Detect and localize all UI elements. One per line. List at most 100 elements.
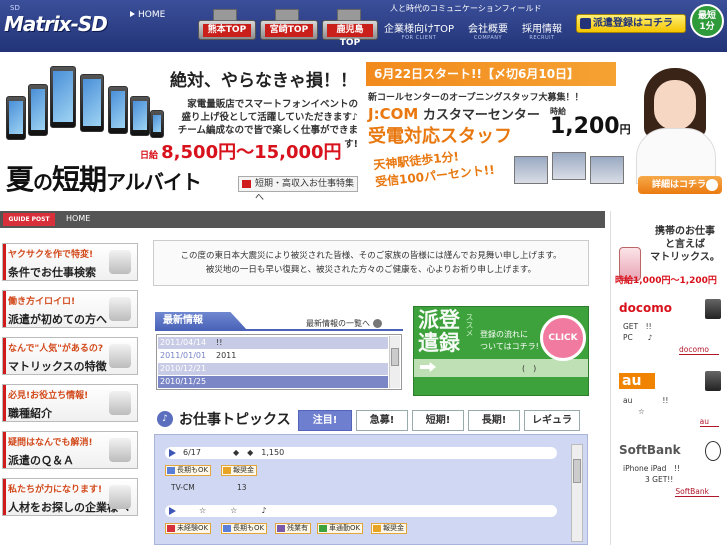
area-kumamoto-button[interactable]: 熊本TOP xyxy=(198,9,256,40)
banner-text: 家電量販店でスマートフォンイベントの xyxy=(187,99,358,110)
registration-flow-banner[interactable]: 派登 遣録 ススメ 登録の流れに ついてはコチラ! ( ) CLICK xyxy=(413,306,589,396)
docomo-link[interactable]: docomo xyxy=(679,345,719,355)
carrier-au[interactable]: au au !! ☆ au xyxy=(615,371,725,427)
tab-regular[interactable]: レギュラー! xyxy=(524,410,580,445)
haken-title: 派登 遣録 xyxy=(418,308,460,355)
haken-paren: ( ) xyxy=(522,364,537,373)
guide-post-label: GUIDE POST xyxy=(3,213,55,226)
arrow-icon xyxy=(242,180,251,188)
banner-sub: 新コールセンターのオープニングスタッフ大募集！！ xyxy=(368,93,584,103)
hourly-wage: 1,200円 xyxy=(550,114,631,139)
arrow-icon xyxy=(130,11,135,17)
tag-overtime: 残業有 xyxy=(275,523,311,534)
note-icon: ♪ xyxy=(157,411,173,427)
building-icon xyxy=(109,485,131,509)
tag-bonus: 報奨金 xyxy=(371,523,407,534)
news-list: 2011/04/14!! 2011/01/01 2011 2010/12/21 2… xyxy=(156,334,402,390)
building-icon xyxy=(275,9,299,21)
smartphone-icon xyxy=(80,74,104,132)
carrier-docomo[interactable]: docomo GET !! PC ♪ docomo xyxy=(615,299,725,355)
au-link[interactable]: au xyxy=(699,417,719,427)
topic-desc: 13 xyxy=(237,483,247,492)
tag-long-term: 長期もOK xyxy=(221,523,268,534)
right-column: 携帯のお仕事 と言えば マトリックス。 時給1,000円～1,200円 docomo… xyxy=(610,211,727,545)
tab-urgent[interactable]: 急募! xyxy=(356,410,408,431)
office-photo xyxy=(514,156,548,184)
book-icon xyxy=(109,297,131,321)
search-icon xyxy=(109,250,131,274)
sidebar-item-first-time[interactable]: 働き方イロイロ! 派遣が初めての方へ xyxy=(2,290,138,328)
smartphone-icon xyxy=(6,96,26,140)
mobile-job-banner[interactable]: 携帯のお仕事 と言えば マトリックス。 xyxy=(645,225,725,264)
nav-client[interactable]: 企業様向けTOP FOR CLIENT xyxy=(384,20,454,41)
area-kagoshima-button[interactable]: 鹿児島TOP xyxy=(322,9,378,48)
computer-icon xyxy=(109,391,131,415)
jcom-banner[interactable]: 6月22日スタート!!【〆切6月10日】 新コールセンターのオープニングスタッフ… xyxy=(366,58,727,204)
topic-desc: TV-CM xyxy=(171,483,195,492)
softbank-logo: SoftBank xyxy=(619,443,681,457)
breadcrumb-home[interactable]: HOME xyxy=(66,214,90,223)
softbank-link[interactable]: SoftBank xyxy=(675,487,719,497)
office-photo xyxy=(552,152,586,180)
tab-long-term[interactable]: 長期! xyxy=(468,410,520,431)
topics-scrollbar[interactable] xyxy=(571,444,583,542)
smartphone-banner[interactable]: 絶対、やらなきゃ損！！ 家電量販店でスマートフォンイベントの 盛り上げ役として活… xyxy=(0,56,362,204)
building-icon xyxy=(337,9,361,21)
logo-text: Matrix-SD xyxy=(4,12,108,36)
question-icon xyxy=(109,438,131,462)
nav-recruit[interactable]: 採用情報 RECRUIT xyxy=(518,20,566,41)
site-tagline: 人と時代のコミュニケーションフィールド xyxy=(390,4,542,13)
office-photos xyxy=(514,152,626,186)
tag-long-term: 長期もOK xyxy=(165,465,212,476)
news-item[interactable]: 2010/11/25 xyxy=(158,376,388,388)
arrow-icon xyxy=(169,507,176,515)
banner-text: 盛り上げ役として活躍していただきます♪ xyxy=(181,112,359,123)
details-button[interactable]: 詳細はコチラ xyxy=(638,176,722,194)
tab-featured[interactable]: 注目! xyxy=(298,410,352,431)
smartphone-icon xyxy=(50,66,76,128)
arrow-icon xyxy=(373,319,382,328)
dog-mascot-icon xyxy=(705,441,721,461)
arrow-icon xyxy=(706,179,718,191)
building-icon xyxy=(213,9,237,21)
sidebar-item-job-types[interactable]: 必見!お役立ち情報! 職種紹介 xyxy=(2,384,138,422)
nav-company[interactable]: 会社概要 COMPANY xyxy=(464,20,512,41)
news-item[interactable]: 2011/01/01 2011 xyxy=(158,350,388,362)
site-header: SD Matrix-SD HOME 熊本TOP 宮崎TOP 鹿児島TOP 人と時… xyxy=(0,0,727,52)
sidebar-item-faq[interactable]: 疑問はなんでも解消! 派遣のＱ＆Ａ xyxy=(2,431,138,469)
news-item[interactable]: 2011/04/14!! xyxy=(158,337,388,349)
mobile-wage: 時給1,000円～1,200円 xyxy=(615,276,717,286)
susume-text: ススメ xyxy=(465,313,474,337)
topic-item[interactable]: 6/17 ◆ ◆ 1,150 xyxy=(165,447,557,459)
tenjin-note: 天神駅徒歩1分! 受信100パーセント!! xyxy=(372,149,496,190)
banner-headline: 絶対、やらなきゃ損！！ xyxy=(170,71,357,91)
topic-item[interactable]: ☆ ☆ ♪ xyxy=(165,505,557,517)
site-logo[interactable]: SD Matrix-SD xyxy=(4,4,112,44)
nav-home-link[interactable]: HOME xyxy=(130,10,165,20)
quick-badge: 最短 1分 xyxy=(690,4,724,38)
operator-photo xyxy=(626,66,722,184)
haken-bar xyxy=(414,359,588,377)
smartphone-icon xyxy=(150,110,164,138)
click-button[interactable]: CLICK xyxy=(540,315,586,361)
docomo-logo: docomo xyxy=(619,301,672,315)
arrow-icon xyxy=(169,449,176,457)
guide-bar: GUIDE POST HOME xyxy=(0,211,605,228)
smartphone-icon xyxy=(28,84,48,136)
topics-title: お仕事トピックス xyxy=(179,412,291,428)
news-scrollbar[interactable] xyxy=(389,336,400,388)
sidebar-item-features[interactable]: なんで"人気"があるの? マトリックスの特徴 xyxy=(2,337,138,375)
topics-list: 6/17 ◆ ◆ 1,150 長期もOK 報奨金 TV-CM 13 ☆ ☆ ♪ … xyxy=(154,434,588,545)
news-heading: 最新情報 xyxy=(155,312,247,330)
sidebar-item-companies[interactable]: 私たちが力になります! 人材をお探しの企業様へ xyxy=(2,478,138,516)
news-list-link[interactable]: 最新情報の一覧へ xyxy=(306,318,382,329)
carrier-softbank[interactable]: SoftBank iPhone iPad !! 3 GET!! SoftBank xyxy=(615,441,725,497)
news-item[interactable]: 2010/12/21 xyxy=(158,363,388,375)
register-button[interactable]: 派遣登録はコチラ xyxy=(576,14,686,33)
news-underline xyxy=(155,329,403,331)
au-logo: au xyxy=(619,373,656,389)
area-miyazaki-button[interactable]: 宮崎TOP xyxy=(260,9,318,40)
sidebar-item-job-search[interactable]: ヤクサクを作で特変! 条件でお仕事検索 xyxy=(2,243,138,281)
short-term-jobs-link[interactable]: 短期・高収入お仕事特集へ xyxy=(238,176,358,203)
tab-short-term[interactable]: 短期! xyxy=(412,410,464,431)
